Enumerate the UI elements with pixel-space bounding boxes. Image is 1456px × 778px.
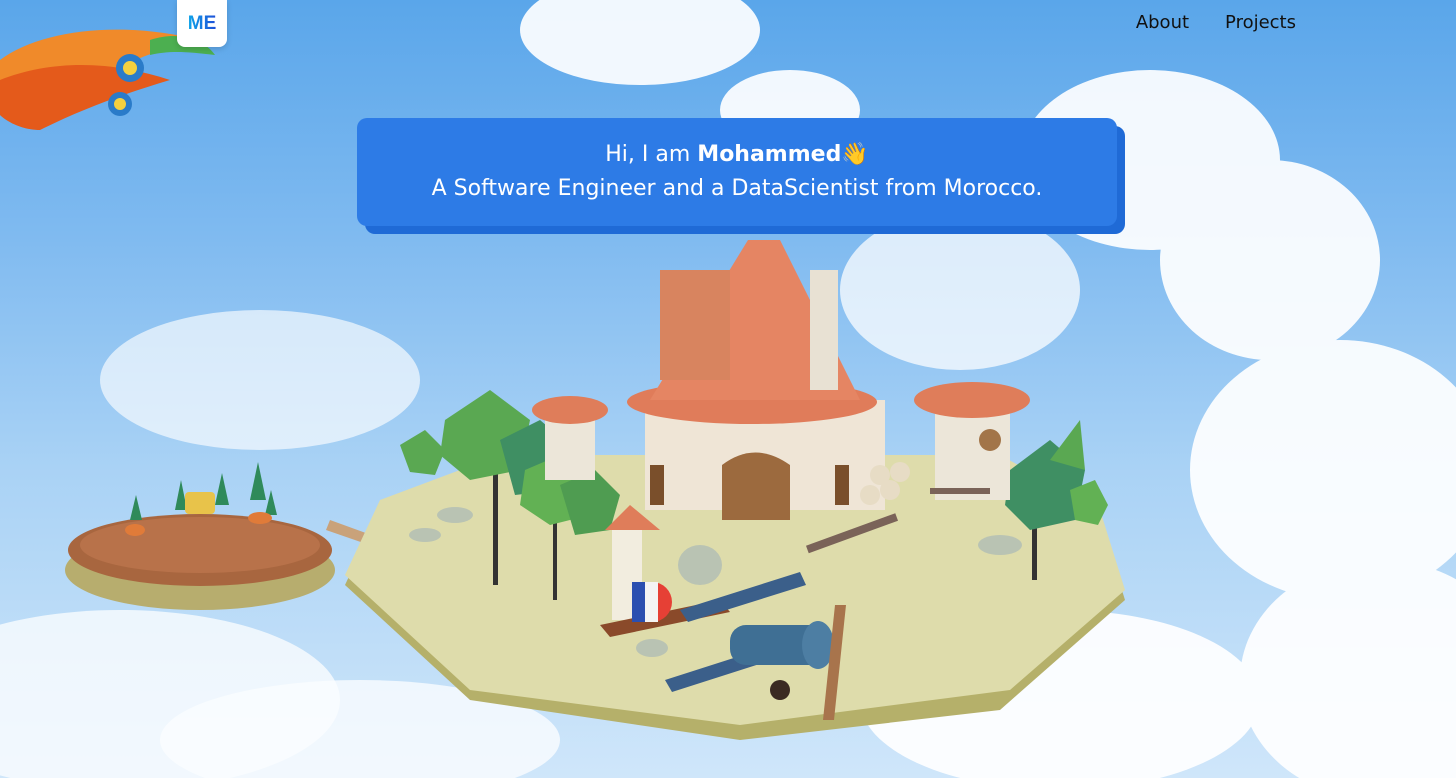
- greeting-prefix: Hi, I am: [605, 142, 698, 167]
- top-nav: About Projects: [1136, 12, 1296, 33]
- logo-text: ME: [187, 12, 217, 34]
- intro-name: Mohammed: [697, 142, 842, 167]
- logo-button[interactable]: ME: [177, 0, 227, 47]
- 3d-island-scene[interactable]: [0, 0, 1456, 778]
- intro-tagline: A Software Engineer and a DataScientist …: [431, 176, 1043, 201]
- intro-card: Hi, I am Mohammed👋 A Software Engineer a…: [357, 118, 1117, 226]
- waving-hand-icon: 👋: [841, 142, 869, 167]
- nav-link-about[interactable]: About: [1136, 12, 1189, 33]
- nav-link-projects[interactable]: Projects: [1225, 12, 1296, 33]
- intro-greeting: Hi, I am Mohammed👋: [605, 138, 868, 172]
